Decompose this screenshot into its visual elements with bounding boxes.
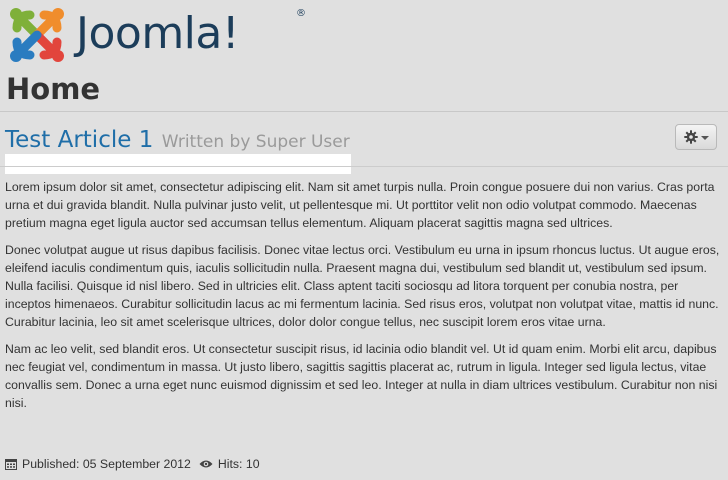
calendar-icon [5, 458, 17, 470]
highlight-bar [5, 154, 351, 174]
hits-info: Hits: 10 [199, 457, 260, 471]
page-title: Home [6, 72, 101, 106]
eye-icon [199, 459, 213, 469]
page: Joomla! ® Home Test Article 1 Written by… [0, 0, 728, 480]
gear-icon [683, 130, 698, 144]
divider [0, 111, 728, 112]
hits-count: Hits: 10 [217, 457, 260, 471]
logo-text: Joomla! [76, 8, 240, 59]
article-byline: Written by Super User [161, 132, 350, 152]
published-info: Published: 05 September 2012 [5, 457, 191, 471]
site-logo[interactable]: Joomla! [6, 4, 240, 66]
chevron-down-icon [700, 136, 709, 140]
divider [0, 166, 728, 167]
logo-registered-mark: ® [296, 8, 306, 19]
article-paragraph: Donec volutpat augue ut risus dapibus fa… [5, 243, 720, 329]
joomla-logo-icon [10, 8, 64, 62]
article-header: Test Article 1 Written by Super User [5, 127, 350, 153]
article-title-link[interactable]: Test Article 1 [5, 127, 153, 153]
article-tools-button[interactable] [675, 124, 717, 150]
article-info: Published: 05 September 2012 Hits: 10 [5, 457, 260, 471]
article-paragraph: Lorem ipsum dolor sit amet, consectetur … [5, 180, 715, 230]
article-paragraph: Nam ac leo velit, sed blandit eros. Ut c… [5, 342, 718, 410]
published-date: Published: 05 September 2012 [22, 457, 191, 471]
article-body: Lorem ipsum dolor sit amet, consectetur … [5, 178, 721, 421]
